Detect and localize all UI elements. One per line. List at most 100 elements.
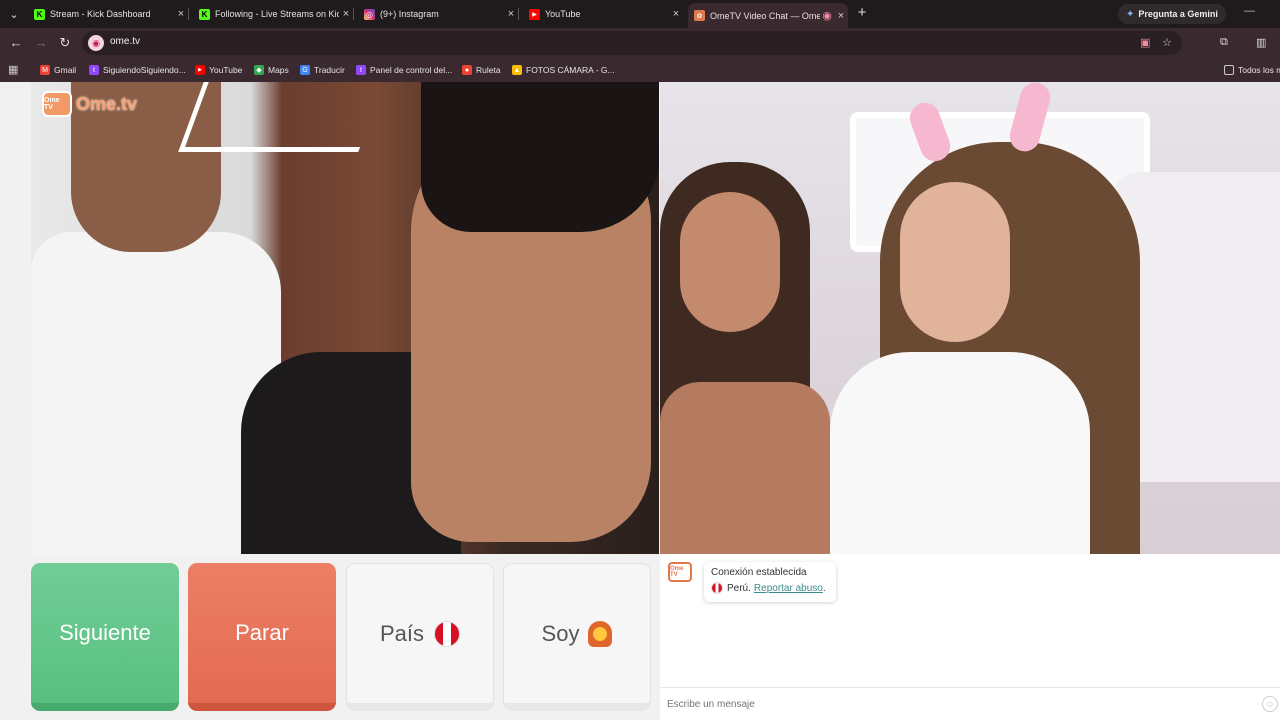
apps-grid-icon[interactable]: ▦	[8, 63, 18, 76]
gemini-label: Pregunta a Gemini	[1138, 9, 1218, 19]
ometv-page: Ome TV Ome.tv Siguiente Parar País Soy O…	[0, 82, 1280, 720]
tab-ometv[interactable]: ᴏ OmeTV Video Chat — Ome ◉ ×	[688, 3, 848, 28]
stop-button[interactable]: Parar	[188, 563, 336, 711]
twitch-icon: t	[356, 65, 366, 75]
system-message: Conexión establecida Perú. Reportar abus…	[704, 562, 836, 602]
tab-youtube[interactable]: ▶ YouTube ×	[523, 0, 683, 28]
bookmark-star-icon[interactable]: ☆	[1162, 36, 1172, 49]
peru-flag-icon	[711, 582, 723, 594]
back-icon[interactable]: ←	[7, 34, 25, 52]
minimize-icon[interactable]: —	[1244, 5, 1255, 17]
forward-icon[interactable]: →	[32, 34, 50, 52]
kick-icon: K	[199, 8, 210, 20]
new-tab-button[interactable]: +	[853, 4, 871, 24]
tab-kick-dashboard[interactable]: K Stream - Kick Dashboard ×	[28, 0, 189, 28]
chat-input-row: ☺	[660, 687, 1280, 720]
all-bookmarks[interactable]: Todos los m	[1224, 63, 1280, 77]
gemini-button[interactable]: ✦ Pregunta a Gemini	[1118, 4, 1226, 24]
address-bar[interactable]: ◉ ome.tv ☆ ▣	[82, 31, 1182, 55]
bookmark-ruleta[interactable]: ● Ruleta	[462, 63, 501, 77]
stop-label: Parar	[235, 620, 289, 645]
local-video	[31, 82, 659, 554]
tab-instagram[interactable]: ◎ (9+) Instagram ×	[358, 0, 519, 28]
bookmark-translate[interactable]: G Traducir	[300, 63, 345, 77]
reload-icon[interactable]: ↻	[56, 34, 74, 52]
youtube-icon: ▶	[195, 65, 205, 75]
next-button[interactable]: Siguiente	[31, 563, 179, 711]
report-abuse-link[interactable]: Reportar abuso	[754, 583, 823, 594]
bookmark-label: Panel de control del...	[370, 65, 453, 75]
bookmark-twitch-following[interactable]: t SiguiendoSiguiendo...	[89, 63, 186, 77]
ometv-icon: ᴏ	[694, 10, 705, 21]
tab-strip: ⌄ K Stream - Kick Dashboard × K Followin…	[0, 0, 1280, 28]
close-icon[interactable]: ×	[834, 10, 848, 22]
bookmarks-bar: ▦ M Gmail t SiguiendoSiguiendo... ▶ YouT…	[0, 58, 1280, 82]
bookmark-twitch-dashboard[interactable]: t Panel de control del...	[356, 63, 452, 77]
tab-title: Following - Live Streams on Kick	[215, 9, 339, 19]
next-label: Siguiente	[59, 620, 151, 645]
gender-button[interactable]: Soy	[503, 563, 651, 711]
bookmark-label: SiguiendoSiguiendo...	[103, 65, 186, 75]
side-panel-icon[interactable]: ▥	[1256, 36, 1266, 49]
gender-label: Soy	[541, 620, 580, 646]
close-icon[interactable]: ×	[504, 8, 518, 20]
chat-panel: Ome TV Conexión establecida Perú. Report…	[660, 554, 1280, 720]
site-info-icon[interactable]: ◉	[88, 35, 104, 51]
maps-icon: ◆	[254, 65, 264, 75]
peru-flag-icon	[434, 620, 461, 647]
bookmark-label: Ruleta	[476, 65, 501, 75]
person-face-shape	[900, 182, 1010, 342]
kick-icon: K	[34, 8, 45, 20]
bookmark-gmail[interactable]: M Gmail	[40, 63, 76, 77]
gmail-icon: M	[40, 65, 50, 75]
bookmark-youtube[interactable]: ▶ YouTube	[195, 63, 242, 77]
extensions-icon[interactable]: ⧉	[1220, 36, 1228, 49]
close-icon[interactable]: ×	[339, 8, 353, 20]
bookmark-label: Gmail	[54, 65, 77, 75]
drive-icon: ▲	[512, 65, 522, 75]
bookmark-maps[interactable]: ◆ Maps	[254, 63, 289, 77]
person-hair-shape	[421, 82, 659, 232]
tab-title: OmeTV Video Chat — Ome	[710, 10, 820, 21]
bookmark-label: FOTOS CÁMARA - G...	[526, 65, 615, 75]
bookmark-label: YouTube	[209, 65, 243, 75]
bookmark-label: Traducir	[314, 65, 345, 75]
youtube-icon: ▶	[529, 8, 540, 20]
browser-toolbar: ← → ↻ ◉ ome.tv ☆ ▣ ⧉ ▥	[0, 28, 1280, 58]
person-top-shape	[830, 352, 1090, 554]
instagram-icon: ◎	[364, 8, 375, 20]
country-label: País	[379, 620, 425, 646]
woman-icon	[588, 620, 613, 647]
url-text: ome.tv	[110, 36, 141, 47]
screen-share-icon[interactable]: ▣	[1140, 36, 1150, 49]
translate-icon: G	[300, 65, 310, 75]
partner-country: Perú.	[727, 582, 751, 594]
close-icon[interactable]: ×	[174, 8, 188, 20]
ometv-logo: Ome TV Ome.tv	[42, 90, 137, 118]
tab-search-button[interactable]: ⌄	[4, 4, 24, 24]
remote-video	[660, 82, 1280, 554]
bookmark-label: Todos los m	[1238, 65, 1280, 75]
close-icon[interactable]: ×	[669, 8, 683, 20]
person-body-shape	[660, 382, 830, 554]
twitch-icon: t	[89, 65, 99, 75]
bookmark-label: Maps	[268, 65, 289, 75]
country-button[interactable]: País	[346, 563, 494, 711]
ruleta-icon: ●	[462, 65, 472, 75]
tab-title: (9+) Instagram	[380, 9, 439, 19]
ometv-tv-icon: Ome TV	[668, 562, 692, 582]
tab-title: Stream - Kick Dashboard	[50, 9, 151, 19]
wall-decor-shape	[178, 82, 384, 152]
bookmark-fotos-camara[interactable]: ▲ FOTOS CÁMARA - G...	[512, 63, 615, 77]
recording-icon: ◉	[822, 10, 832, 22]
message-input[interactable]	[667, 695, 1247, 713]
gemini-icon: ✦	[1126, 8, 1135, 20]
folder-icon	[1224, 65, 1234, 75]
connection-status: Conexión establecida	[711, 567, 807, 578]
emoji-icon[interactable]: ☺	[1262, 696, 1278, 712]
person-face-shape	[680, 192, 780, 332]
tab-kick-following[interactable]: K Following - Live Streams on Kick ×	[193, 0, 354, 28]
tv-icon: Ome TV	[42, 91, 72, 117]
report-suffix: .	[822, 582, 826, 594]
tab-title: YouTube	[545, 9, 581, 19]
